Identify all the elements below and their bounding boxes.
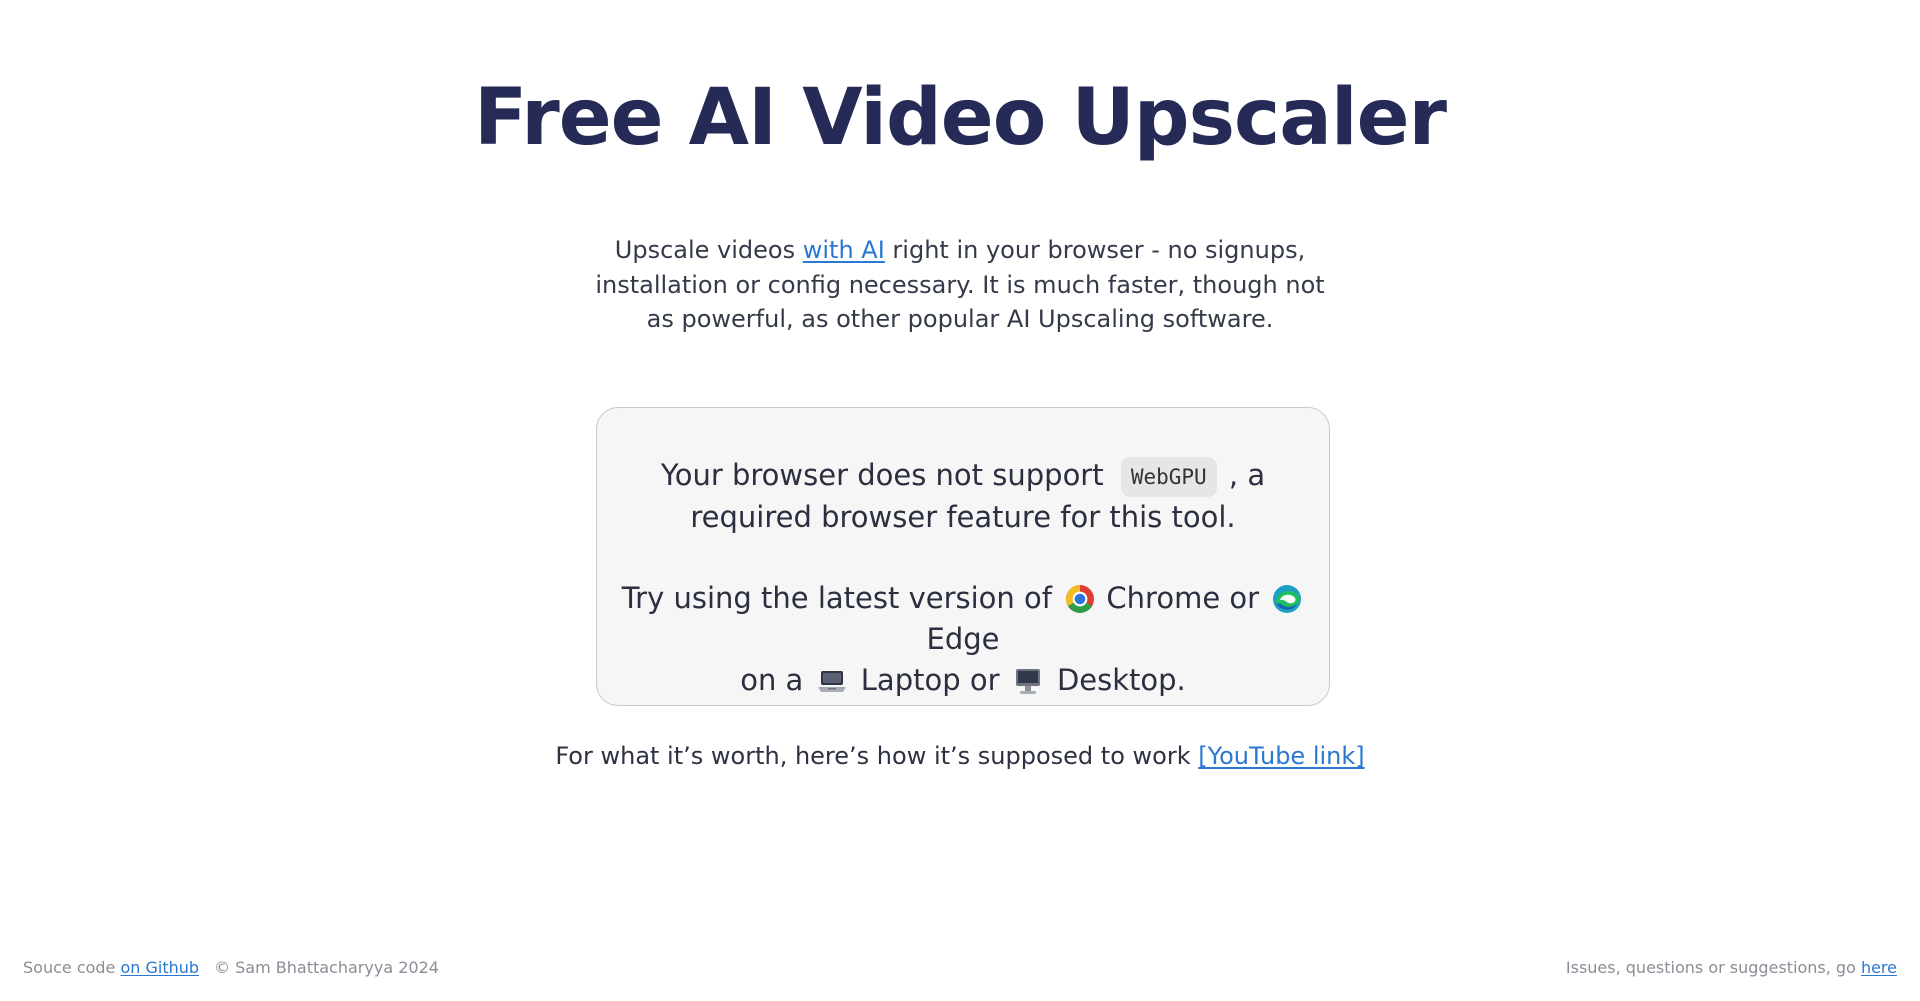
or-text: or — [1220, 581, 1269, 615]
page-title: Free AI Video Upscaler — [473, 73, 1447, 163]
browser-support-notice: Your browser does not support WebGPU , a… — [596, 407, 1330, 706]
issues-text: Issues, questions or suggestions, go — [1565, 958, 1861, 977]
edge-label: Edge — [926, 622, 1000, 656]
github-link[interactable]: on Github — [120, 958, 199, 977]
issues-link[interactable]: here — [1861, 958, 1897, 977]
source-code-label: Souce code — [23, 958, 121, 977]
desktop-label: Desktop. — [1047, 663, 1186, 697]
app-page: Free AI Video Upscaler Upscale videos wi… — [0, 0, 1920, 1001]
webgpu-code-label: WebGPU — [1120, 457, 1217, 497]
chrome-logo-icon — [1065, 584, 1095, 614]
youtube-link[interactable]: [YouTube link] — [1198, 742, 1364, 770]
laptop-icon — [815, 665, 849, 697]
edge-logo-icon — [1272, 584, 1302, 614]
youtube-note-text: For what it’s worth, here’s how it’s sup… — [555, 742, 1199, 770]
browser-recommendation-start: Try using the latest version of — [621, 581, 1062, 615]
with-ai-link[interactable]: with AI — [803, 236, 885, 264]
device-or-text: or — [960, 663, 1009, 697]
footer-left: Souce code on Github © Sam Bhattacharyya … — [23, 957, 439, 979]
youtube-demo-note: For what it’s worth, here’s how it’s sup… — [0, 738, 1920, 774]
laptop-label: Laptop — [851, 663, 961, 697]
chrome-label: Chrome — [1097, 581, 1221, 615]
browser-recommendation-message: Try using the latest version of Chrome o… — [617, 578, 1309, 701]
desktop-computer-icon — [1011, 665, 1045, 697]
webgpu-support-message: Your browser does not support WebGPU , a… — [617, 455, 1309, 538]
webgpu-message-before-code: Your browser does not support — [660, 458, 1113, 492]
device-recommendation-start: on a — [740, 663, 813, 697]
intro-description: Upscale videos with AI right in your bro… — [585, 233, 1335, 337]
copyright-text: © Sam Bhattacharyya 2024 — [214, 958, 439, 977]
intro-text-before-link: Upscale videos — [614, 236, 803, 264]
footer-right: Issues, questions or suggestions, go her… — [1566, 957, 1897, 979]
